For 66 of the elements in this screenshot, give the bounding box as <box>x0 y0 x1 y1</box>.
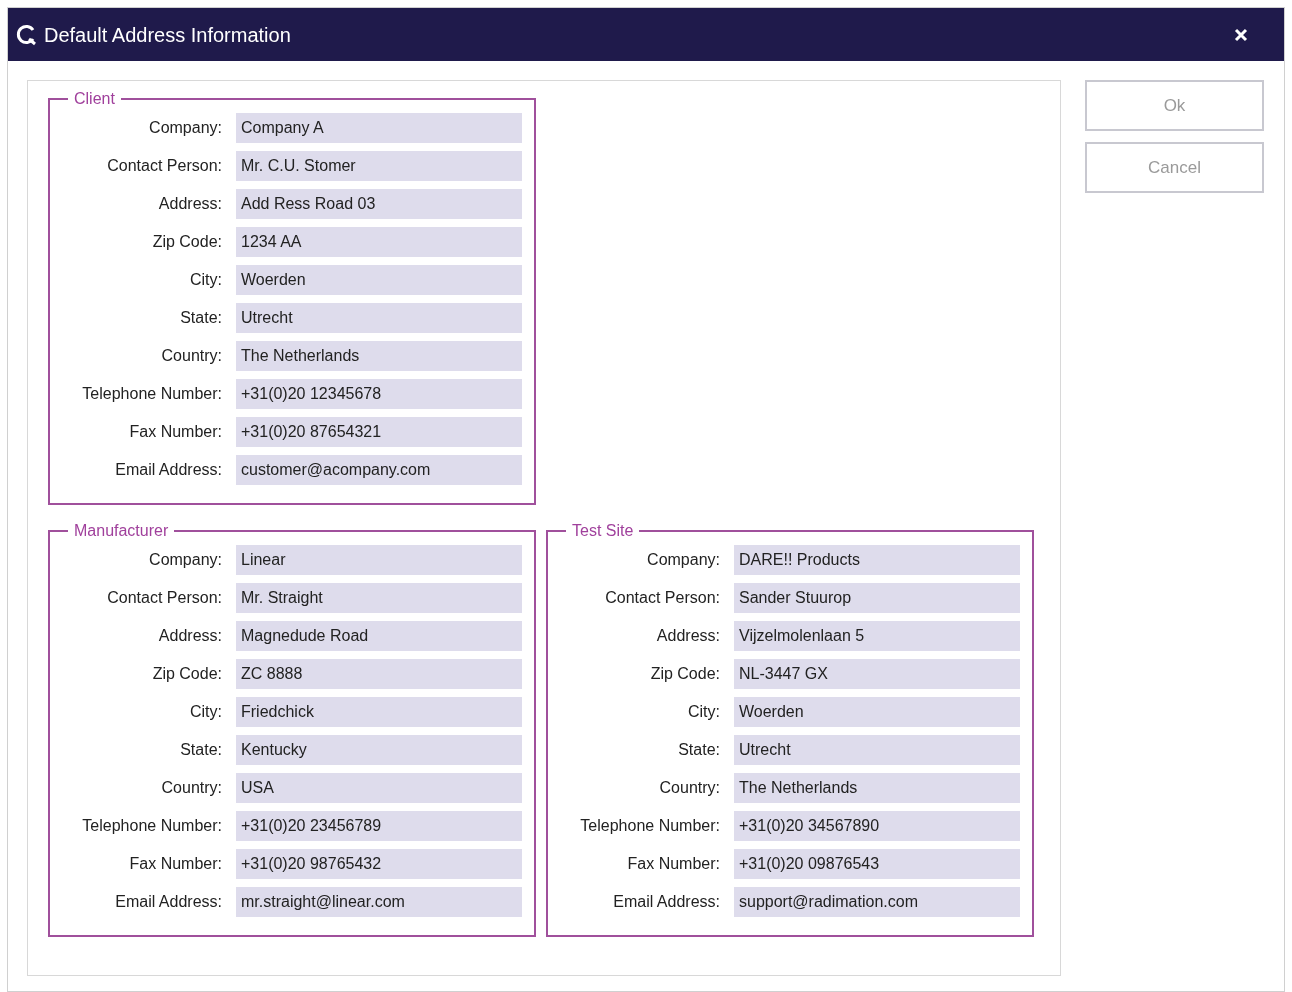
text-field[interactable]: +31(0)20 98765432 <box>236 849 522 879</box>
text-field[interactable]: Friedchick <box>236 697 522 727</box>
field-label: Country: <box>160 778 222 798</box>
text-field[interactable]: 1234 AA <box>236 227 522 257</box>
text-field[interactable]: +31(0)20 34567890 <box>734 811 1020 841</box>
field-label: State: <box>179 740 222 760</box>
text-field[interactable]: Woerden <box>236 265 522 295</box>
field-label: Contact Person: <box>106 156 222 176</box>
field-label: Company: <box>148 118 222 138</box>
field-label: Fax Number: <box>128 854 222 874</box>
window-title: Default Address Information <box>44 22 291 48</box>
text-field[interactable]: NL-3447 GX <box>734 659 1020 689</box>
close-icon[interactable] <box>1234 27 1248 42</box>
field-label: Fax Number: <box>626 854 720 874</box>
field-label: City: <box>189 702 222 722</box>
text-field[interactable]: +31(0)20 23456789 <box>236 811 522 841</box>
field-label: Zip Code: <box>649 664 720 684</box>
field-label: State: <box>179 308 222 328</box>
text-field[interactable]: Utrecht <box>236 303 522 333</box>
text-field[interactable]: Company A <box>236 113 522 143</box>
field-label: Address: <box>157 626 222 646</box>
group-title: Manufacturer <box>73 521 170 541</box>
field-label: Telephone Number: <box>81 816 222 836</box>
field-label: City: <box>189 270 222 290</box>
field-label: Email Address: <box>114 460 222 480</box>
field-label: Address: <box>157 194 222 214</box>
field-label: Address: <box>655 626 720 646</box>
text-field[interactable]: The Netherlands <box>236 341 522 371</box>
field-label: Country: <box>160 346 222 366</box>
text-field[interactable]: mr.straight@linear.com <box>236 887 522 917</box>
group-title: Test Site <box>571 521 635 541</box>
field-label: Company: <box>148 550 222 570</box>
text-field[interactable]: Linear <box>236 545 522 575</box>
field-label: Email Address: <box>612 892 720 912</box>
field-label: Contact Person: <box>604 588 720 608</box>
field-label: Company: <box>646 550 720 570</box>
field-label: Fax Number: <box>128 422 222 442</box>
circle-arrow-icon <box>16 23 38 46</box>
group-title: Client <box>73 89 116 109</box>
text-field[interactable]: Mr. C.U. Stomer <box>236 151 522 181</box>
field-label: Country: <box>658 778 720 798</box>
text-field[interactable]: Mr. Straight <box>236 583 522 613</box>
field-label: State: <box>677 740 720 760</box>
text-field[interactable]: DARE!! Products <box>734 545 1020 575</box>
field-label: Zip Code: <box>151 232 222 252</box>
text-field[interactable]: USA <box>236 773 522 803</box>
field-label: Email Address: <box>114 892 222 912</box>
text-field[interactable]: +31(0)20 09876543 <box>734 849 1020 879</box>
text-field[interactable]: The Netherlands <box>734 773 1020 803</box>
text-field[interactable]: Magnedude Road <box>236 621 522 651</box>
text-field[interactable]: support@radimation.com <box>734 887 1020 917</box>
field-label: Contact Person: <box>106 588 222 608</box>
field-label: Telephone Number: <box>81 384 222 404</box>
field-label: Telephone Number: <box>579 816 720 836</box>
text-field[interactable]: Woerden <box>734 697 1020 727</box>
text-field[interactable]: +31(0)20 87654321 <box>236 417 522 447</box>
field-label: Zip Code: <box>151 664 222 684</box>
field-label: City: <box>687 702 720 722</box>
text-field[interactable]: Add Ress Road 03 <box>236 189 522 219</box>
text-field[interactable]: customer@acompany.com <box>236 455 522 485</box>
text-field[interactable]: Utrecht <box>734 735 1020 765</box>
text-field[interactable]: ZC 8888 <box>236 659 522 689</box>
text-field[interactable]: +31(0)20 12345678 <box>236 379 522 409</box>
text-field[interactable]: Kentucky <box>236 735 522 765</box>
text-field[interactable]: Vijzelmolenlaan 5 <box>734 621 1020 651</box>
text-field[interactable]: Sander Stuurop <box>734 583 1020 613</box>
